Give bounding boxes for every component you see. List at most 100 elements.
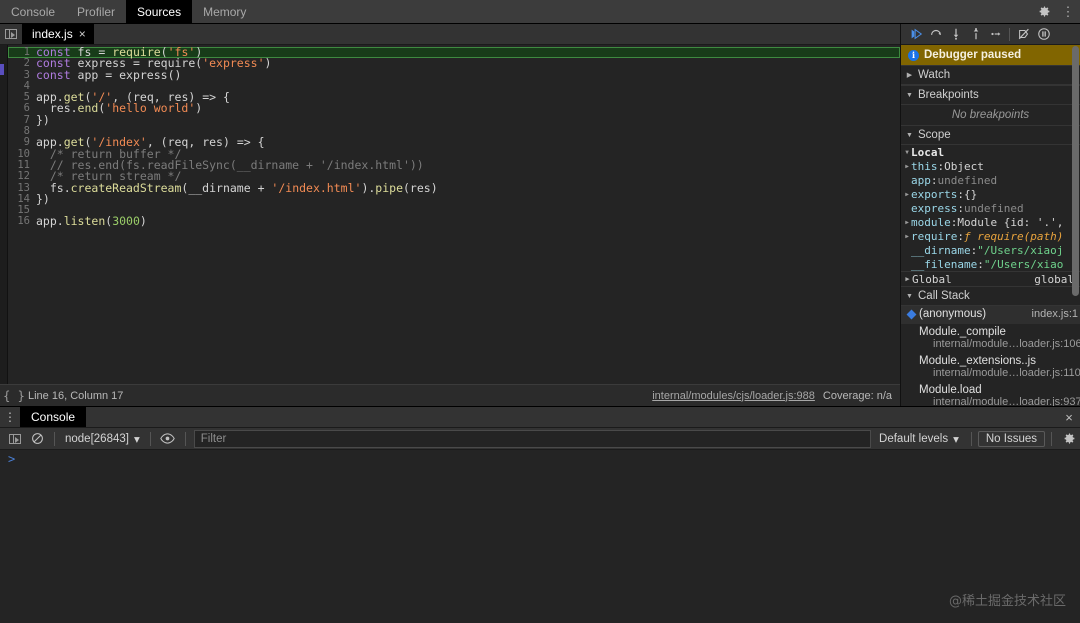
call-stack-row-content: Module._extensions..js internal/module…lo… bbox=[919, 355, 1080, 379]
tab-memory-label: Memory bbox=[203, 5, 247, 19]
drawer-more-button[interactable]: ⋮ bbox=[0, 407, 20, 427]
line-number[interactable]: 8 bbox=[8, 125, 36, 137]
chevron-down-icon: ▼ bbox=[906, 131, 913, 139]
code-line[interactable]: 6 res.end('hello world') bbox=[8, 101, 900, 116]
issues-button[interactable]: No Issues bbox=[977, 430, 1045, 447]
line-number[interactable]: 5 bbox=[8, 91, 36, 103]
scope-entry[interactable]: ▶ require: ƒ require(path) bbox=[901, 229, 1080, 243]
scope-local-header[interactable]: ▼ Local bbox=[901, 145, 1080, 159]
tab-sources[interactable]: Sources bbox=[126, 0, 193, 24]
devtools-window: Console Profiler Sources Memory ⋮ index.… bbox=[0, 0, 1080, 623]
line-number[interactable]: 4 bbox=[8, 80, 36, 92]
scope-entry-separator: : bbox=[970, 243, 978, 257]
gear-icon bbox=[1063, 432, 1076, 445]
section-watch[interactable]: ▶ Watch bbox=[901, 65, 1080, 85]
line-number[interactable]: 7 bbox=[8, 114, 36, 126]
chevron-right-icon: ▶ bbox=[905, 232, 909, 240]
settings-button[interactable] bbox=[1032, 0, 1056, 24]
console-output[interactable]: > @稀土掘金技术社区 bbox=[0, 450, 1080, 623]
section-call-stack[interactable]: ▼ Call Stack bbox=[901, 286, 1080, 306]
scope-entry[interactable]: ▶ module: Module {id: '.', bbox=[901, 215, 1080, 229]
toolbar-divider bbox=[54, 431, 55, 446]
line-number[interactable]: 6 bbox=[8, 103, 36, 115]
scope-entry[interactable]: ▶ exports: {} bbox=[901, 187, 1080, 201]
close-icon[interactable]: × bbox=[79, 28, 86, 40]
line-number[interactable]: 12 bbox=[8, 170, 36, 182]
step-button[interactable] bbox=[986, 25, 1005, 44]
chevron-down-icon: ▾ bbox=[953, 433, 959, 446]
code-line[interactable]: 13 fs.createReadStream(__dirname + '/ind… bbox=[8, 180, 900, 195]
scope-entry[interactable]: app: undefined bbox=[901, 173, 1080, 187]
scope-entry-separator: : bbox=[950, 215, 958, 229]
deactivate-breakpoints-button[interactable] bbox=[1014, 25, 1033, 44]
source-location-link[interactable]: internal/modules/cjs/loader.js:988 bbox=[652, 390, 815, 402]
editor-status-bar: { } Line 16, Column 17 internal/modules/… bbox=[0, 384, 900, 406]
drawer-tab-console-label: Console bbox=[31, 410, 76, 424]
step-out-button[interactable] bbox=[966, 25, 985, 44]
scope-entry[interactable]: ▶ this: Object bbox=[901, 159, 1080, 173]
step-into-button[interactable] bbox=[946, 25, 965, 44]
line-number[interactable]: 2 bbox=[8, 57, 36, 69]
drawer-tab-console[interactable]: Console bbox=[20, 407, 87, 427]
cursor-position: Line 16, Column 17 bbox=[28, 389, 124, 402]
show-navigator-button[interactable] bbox=[0, 24, 22, 44]
line-number[interactable]: 1 bbox=[8, 46, 36, 58]
tab-memory[interactable]: Memory bbox=[192, 0, 257, 24]
section-scope[interactable]: ▼ Scope bbox=[901, 125, 1080, 145]
execution-context-selector[interactable]: node[26843] ▾ bbox=[61, 432, 144, 446]
editor-edge-strip bbox=[0, 45, 8, 384]
section-breakpoints[interactable]: ▼ Breakpoints bbox=[901, 85, 1080, 105]
file-tab-index-js[interactable]: index.js × bbox=[22, 24, 94, 44]
call-stack-row[interactable]: Module._extensions..js internal/module…lo… bbox=[901, 353, 1080, 382]
live-expression-button[interactable] bbox=[157, 429, 179, 449]
code-line[interactable]: 16 app.listen(3000) bbox=[8, 216, 900, 228]
code-token: app bbox=[70, 67, 106, 82]
close-icon: × bbox=[1065, 409, 1073, 425]
close-drawer-button[interactable]: × bbox=[1058, 407, 1080, 427]
call-stack-row[interactable]: (anonymous) index.js:1 bbox=[901, 306, 1080, 324]
debugger-paused-banner: i Debugger paused bbox=[901, 45, 1080, 65]
step-over-button[interactable] bbox=[926, 25, 945, 44]
tab-console[interactable]: Console bbox=[0, 0, 66, 24]
scope-entry[interactable]: __filename: "/Users/xiao bbox=[901, 257, 1080, 271]
scope-entry-name: this bbox=[911, 159, 938, 173]
sidebar-scrollbar[interactable] bbox=[1072, 46, 1079, 296]
log-levels-selector[interactable]: Default levels ▾ bbox=[873, 432, 965, 446]
scope-entry-separator: : bbox=[957, 187, 964, 201]
console-filter-input[interactable]: Filter bbox=[193, 429, 872, 448]
line-number[interactable]: 9 bbox=[8, 137, 36, 149]
call-stack-function-name: Module._compile bbox=[919, 326, 1006, 338]
scope-tree[interactable]: ▼ Local ▶ this: Object app: undefined ▶ expo… bbox=[901, 145, 1080, 271]
scope-entry[interactable]: express: undefined bbox=[901, 201, 1080, 215]
pretty-print-button[interactable]: { } bbox=[0, 389, 28, 403]
line-number[interactable]: 16 bbox=[8, 216, 36, 228]
code-editor[interactable]: 1 const fs = require('fs') 2 const express … bbox=[0, 45, 900, 384]
console-prompt[interactable]: > bbox=[0, 450, 1080, 468]
more-options-button[interactable]: ⋮ bbox=[1056, 0, 1080, 24]
code-token: 'hello world' bbox=[105, 101, 196, 116]
code-line-text: res.end('hello world') bbox=[36, 101, 202, 116]
scope-entry-separator: : bbox=[930, 173, 938, 187]
line-number[interactable]: 3 bbox=[8, 69, 36, 81]
console-sidebar-toggle[interactable] bbox=[4, 429, 26, 449]
console-settings-button[interactable] bbox=[1058, 429, 1080, 449]
pause-on-exceptions-button[interactable] bbox=[1034, 25, 1053, 44]
code-line-text: }) bbox=[36, 114, 50, 126]
resume-script-execution-button[interactable] bbox=[906, 25, 925, 44]
debugger-sidebar: i Debugger paused ▶ Watch ▼ Breakpoints … bbox=[900, 24, 1080, 408]
code-line[interactable]: 7}) bbox=[8, 114, 900, 126]
code-lines[interactable]: 1 const fs = require('fs') 2 const express … bbox=[8, 45, 900, 384]
call-stack-row[interactable]: Module._compile internal/module…loader.js… bbox=[901, 324, 1080, 353]
show-navigator-icon bbox=[5, 29, 17, 39]
scope-entry[interactable]: __dirname: "/Users/xiaoj bbox=[901, 243, 1080, 257]
call-stack-function-name: Module.load bbox=[919, 384, 982, 396]
clear-console-button[interactable] bbox=[26, 429, 48, 449]
paused-banner-text: Debugger paused bbox=[924, 49, 1022, 61]
scope-global-row[interactable]: ▶ Global global bbox=[901, 271, 1080, 286]
code-line[interactable]: 3 const app = express() bbox=[8, 67, 900, 82]
tab-profiler[interactable]: Profiler bbox=[66, 0, 126, 24]
section-breakpoints-label: Breakpoints bbox=[918, 89, 979, 101]
code-token: (__dirname + bbox=[181, 180, 272, 195]
code-line[interactable]: 14}) bbox=[8, 193, 900, 205]
call-stack-list[interactable]: (anonymous) index.js:1 Module._compile inte… bbox=[901, 306, 1080, 411]
